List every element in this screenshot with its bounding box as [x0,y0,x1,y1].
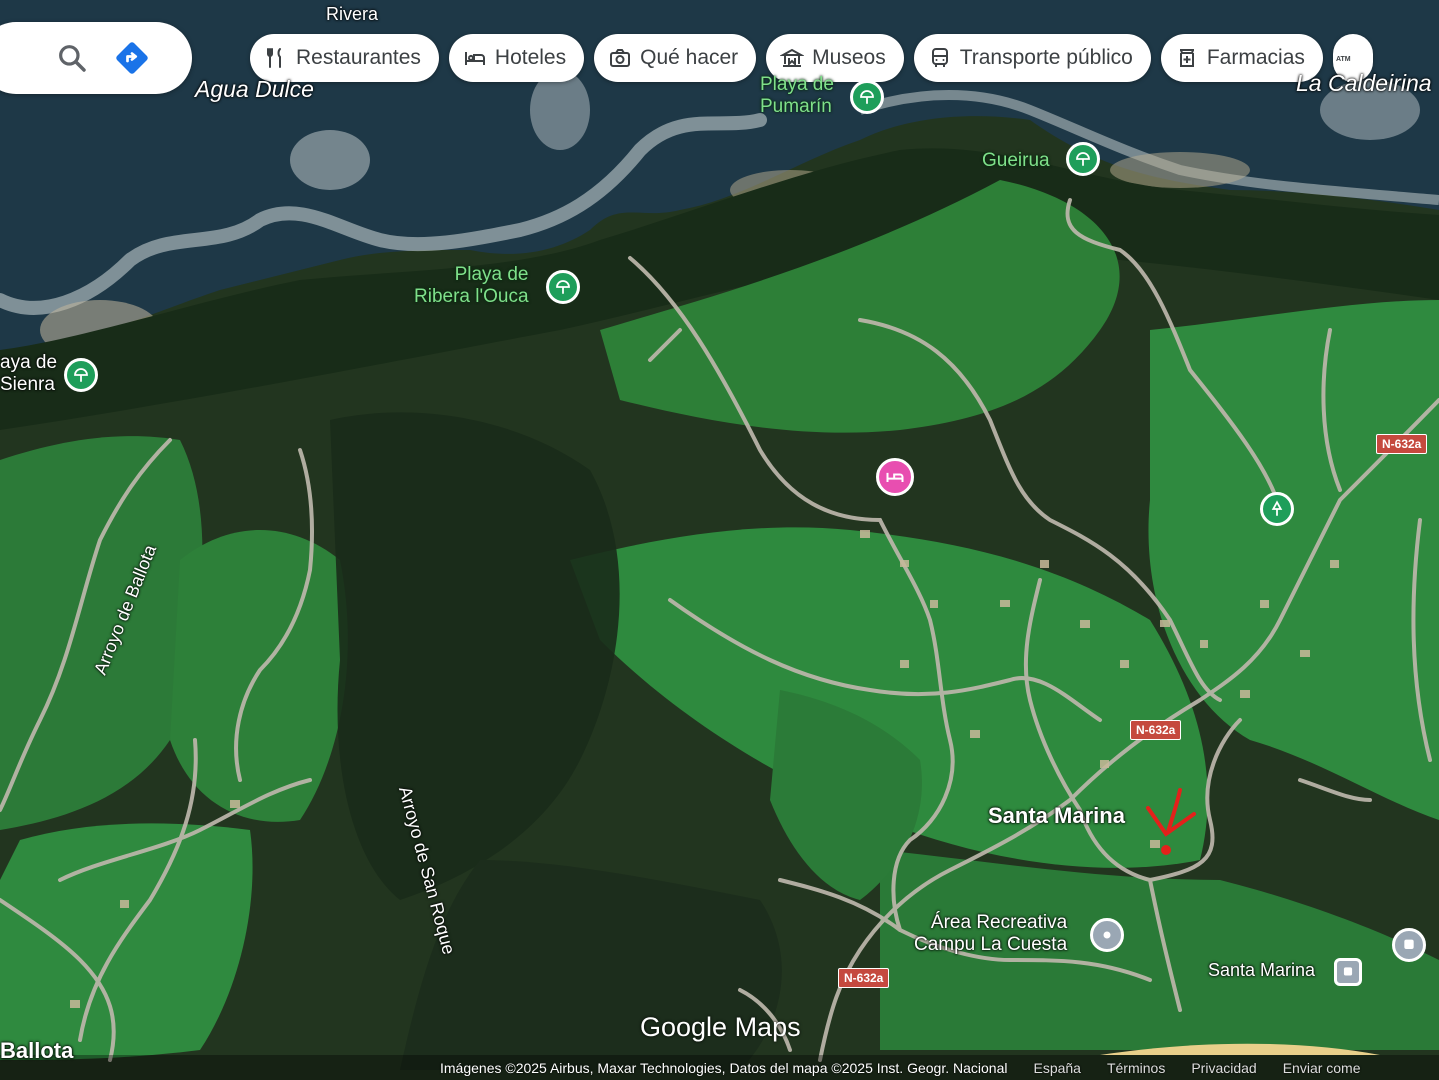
fork-knife-icon [267,48,281,68]
atm-icon: ATM [1336,56,1351,63]
poi-label-line-2: Campu La Cuesta [914,934,1068,955]
attribution-text: Imágenes ©2025 Airbus, Maxar Technologie… [440,1060,1008,1076]
chip-hotels[interactable]: Hoteles [448,34,585,82]
beach-label-gueirua: Gueirua [982,150,1050,171]
bed-icon [464,52,485,65]
map-footer: Imágenes ©2025 Airbus, Maxar Technologie… [440,1056,1439,1080]
road-shield-n632a: N-632a [838,968,890,988]
svg-text:ATM: ATM [1336,56,1351,63]
bus-stop-icon[interactable] [1334,958,1362,986]
beach-label-line-1: aya de [0,352,58,373]
search-panel [0,22,192,94]
beach-label-sienra: aya de Sienra [0,352,57,396]
chip-restaurants[interactable]: Restaurantes [250,34,439,82]
chip-label: Museos [812,46,886,69]
chip-label: Transporte público [959,46,1133,69]
camera-icon [610,49,631,67]
privacy-link[interactable]: Privacidad [1191,1060,1256,1076]
hotel-pin-icon[interactable] [876,458,914,496]
beach-pin-icon[interactable] [546,270,580,304]
bus-pin-icon[interactable] [1392,928,1426,962]
bus-stop-label-santa-marina: Santa Marina [1208,960,1316,980]
poi-label-area-recreativa: Área Recreativa Campu La Cuesta [914,912,1067,956]
chip-label: Farmacias [1206,46,1305,69]
beach-pin-icon[interactable] [64,358,98,392]
beach-label-line-2: Pumarín [760,96,832,117]
beach-label-pumarin: Playa de Pumarín [760,74,834,118]
bus-icon [931,48,948,67]
beach-label-ouca: Playa de Ribera l'Ouca [414,264,529,308]
beach-pin-icon[interactable] [1066,142,1100,176]
road-shield-n632a: N-632a [1376,434,1428,454]
chip-label: Restaurantes [296,46,421,69]
chip-label: Qué hacer [640,46,739,69]
town-label-santa-marina: Santa Marina [988,803,1125,828]
beach-label-line-1: Playa de [454,264,529,285]
location-pin-icon[interactable] [1090,918,1124,952]
search-icon[interactable] [56,42,88,74]
beach-pin-icon[interactable] [850,80,884,114]
chip-things-to-do[interactable]: Qué hacer [594,34,757,82]
park-pin-icon[interactable] [1260,492,1294,526]
museum-icon [780,48,805,67]
place-label-rivera: Rivera [326,4,379,24]
google-maps-logo: Google Maps [640,1012,801,1042]
beach-label-line-1: Playa de [760,74,834,95]
chip-label: Hoteles [494,46,567,69]
road-shield-n632a: N-632a [1130,720,1182,740]
place-label-ballota: Ballota [0,1038,74,1063]
satellite-map[interactable] [0,0,1439,1080]
chip-transit[interactable]: Transporte público [913,34,1151,82]
pharmacy-icon [1179,49,1194,67]
beach-label-line-2: Ribera l'Ouca [414,286,529,307]
poi-label-line-1: Área Recreativa [930,912,1068,933]
place-label-la-caldeirina: La Caldeirina [1296,70,1432,96]
place-label-agua-dulce: Agua Dulce [195,76,314,102]
beach-label-line-2: Sienra [0,374,55,395]
terms-link[interactable]: Términos [1107,1060,1165,1076]
country-link[interactable]: España [1033,1060,1080,1076]
feedback-link[interactable]: Enviar come [1283,1060,1361,1076]
directions-icon[interactable] [114,40,150,76]
